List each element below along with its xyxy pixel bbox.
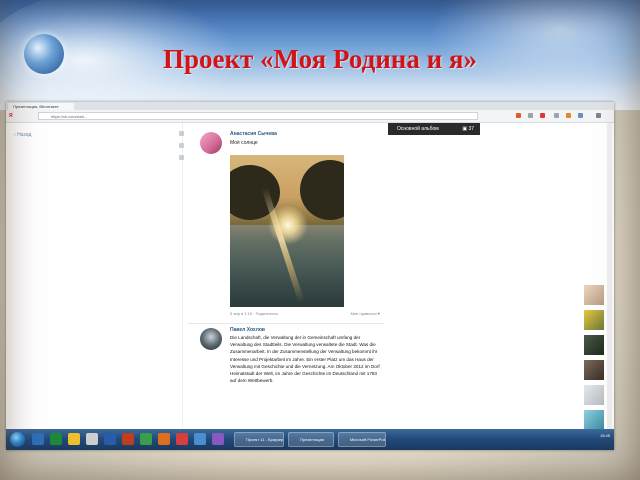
browser-tab-bar: Презентация, ВКонтакте xyxy=(6,102,614,110)
post-author[interactable]: Анастасия Сычева xyxy=(230,131,277,137)
like-heart-icon: ♥ xyxy=(377,311,380,316)
powerpoint-icon[interactable] xyxy=(122,433,134,445)
friend-avatar[interactable] xyxy=(584,385,604,405)
back-link-label: Назад xyxy=(17,132,32,138)
word-icon[interactable] xyxy=(104,433,116,445)
like-label: Мне нравится xyxy=(350,311,377,316)
album-label[interactable]: Основной альбом ▣ 37 xyxy=(388,123,480,135)
home-icon[interactable] xyxy=(578,113,583,118)
post-status: Моё солнце xyxy=(230,140,258,146)
windows-taskbar: Проект 11 - Браузер Презентация Microsof… xyxy=(6,429,614,450)
ie-icon[interactable] xyxy=(32,433,44,445)
explorer-icon[interactable] xyxy=(86,433,98,445)
back-link[interactable]: ‹ Назад xyxy=(14,132,31,138)
friend-avatar[interactable] xyxy=(584,285,604,305)
taskbar-window[interactable]: Проект 11 - Браузер xyxy=(234,432,284,447)
slide-title: Проект «Моя Родина и я» xyxy=(162,44,478,74)
album-count-value: 37 xyxy=(468,126,474,132)
url-field[interactable]: https://vk.com/wall... xyxy=(38,112,478,120)
tree-silhouette xyxy=(300,160,344,220)
taskbar-window[interactable]: Презентация xyxy=(288,432,334,447)
album-count: ▣ 37 xyxy=(462,123,474,135)
chrome-icon[interactable] xyxy=(194,433,206,445)
more-icon[interactable] xyxy=(179,155,184,160)
share-icon[interactable] xyxy=(179,131,184,136)
notification-icon[interactable] xyxy=(566,113,571,118)
friend-avatar[interactable] xyxy=(584,410,604,430)
tray-clock[interactable]: 15:45 xyxy=(600,433,610,438)
taskbar-window[interactable]: Microsoft PowerPoint xyxy=(338,432,386,447)
extension-icon[interactable] xyxy=(540,113,545,118)
comment-icon[interactable] xyxy=(179,143,184,148)
friend-avatar[interactable] xyxy=(584,360,604,380)
folder-icon[interactable] xyxy=(68,433,80,445)
sync-icon[interactable] xyxy=(554,113,559,118)
browser-logo-icon[interactable]: Я xyxy=(9,113,13,119)
bookmark-icon[interactable] xyxy=(516,113,521,118)
post-text: Die Landschaft, die Verwaltung der in Ge… xyxy=(230,335,380,384)
media-icon[interactable] xyxy=(50,433,62,445)
left-panel: ‹ Назад xyxy=(6,123,184,429)
browser-address-bar: Я https://vk.com/wall... xyxy=(6,110,614,123)
post-divider xyxy=(188,323,384,324)
skype-icon[interactable] xyxy=(140,433,152,445)
scrollbar[interactable] xyxy=(607,123,612,429)
menu-icon[interactable] xyxy=(596,113,601,118)
start-orb-icon[interactable] xyxy=(10,432,25,447)
avatar[interactable] xyxy=(200,132,222,154)
player-icon[interactable] xyxy=(158,433,170,445)
post-footer: 5 апр в 1:10 · Поделиться Мне нравится ♥ xyxy=(230,311,380,319)
browser-tab[interactable]: Презентация, ВКонтакте xyxy=(8,103,74,110)
viber-icon[interactable] xyxy=(212,433,224,445)
post-date[interactable]: 5 апр в 1:10 · Поделиться xyxy=(230,311,278,316)
opera-icon[interactable] xyxy=(176,433,188,445)
camera-icon: ▣ xyxy=(462,126,468,132)
presentation-slide: Проект «Моя Родина и я» Презентация, ВКо… xyxy=(0,0,640,480)
wall-feed: Анастасия Сычева Моё солнце 5 апр в 1:10… xyxy=(188,123,384,429)
like-button[interactable]: Мне нравится ♥ xyxy=(351,311,380,316)
album-label-text: Основной альбом xyxy=(397,126,439,132)
post-author[interactable]: Павел Хохлов xyxy=(230,327,265,333)
friend-avatar[interactable] xyxy=(584,310,604,330)
download-icon[interactable] xyxy=(528,113,533,118)
post-photo[interactable] xyxy=(230,155,344,307)
friend-avatar[interactable] xyxy=(584,335,604,355)
browser-screenshot: Презентация, ВКонтакте Я https://vk.com/… xyxy=(6,102,614,450)
avatar[interactable] xyxy=(200,328,222,350)
